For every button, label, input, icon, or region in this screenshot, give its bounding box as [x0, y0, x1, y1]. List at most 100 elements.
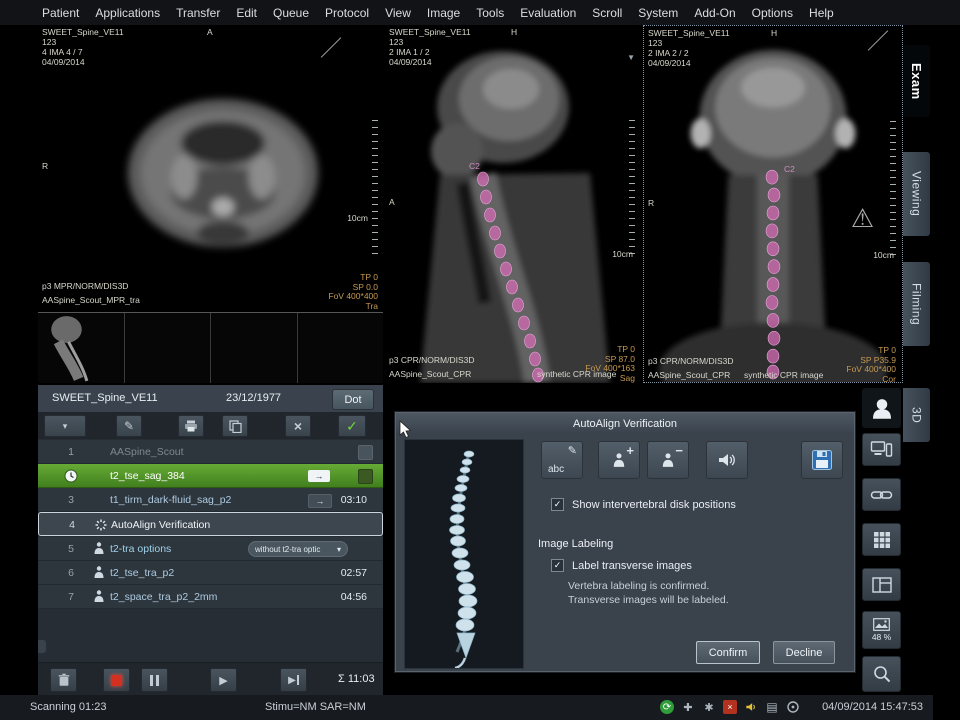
edit-protocol-button[interactable]: ✎: [116, 415, 142, 437]
tab-exam[interactable]: Exam: [903, 45, 930, 117]
split-layout-button[interactable]: [862, 568, 901, 601]
thumbnail-3[interactable]: [211, 313, 298, 383]
skip-step-button[interactable]: ▶: [280, 668, 307, 692]
series-icon[interactable]: [358, 469, 373, 484]
print-button[interactable]: [178, 415, 204, 437]
vp-right-footer: p3 CPR/NORM/DIS3D AASpine_Scout_CPR: [648, 356, 734, 380]
syngo-mri-console: Patient Applications Transfer Edit Queue…: [0, 0, 960, 720]
menu-patient[interactable]: Patient: [42, 6, 79, 20]
add-vertebra-button[interactable]: +: [598, 441, 640, 479]
protocol-step-1[interactable]: 1 AASpine_Scout: [38, 440, 383, 464]
step-label: AutoAlign Verification: [111, 519, 210, 531]
vertebra-icon: [662, 453, 674, 468]
pencil-icon: ✎: [568, 444, 577, 457]
zoom-level-button[interactable]: 48 %: [862, 611, 901, 649]
keyboard-icon: ▤: [765, 700, 779, 714]
show-disks-checkbox-row[interactable]: ✓ Show intervertebral disk positions: [551, 498, 736, 511]
remove-vertebra-button[interactable]: −: [647, 441, 689, 479]
menu-system[interactable]: System: [638, 6, 678, 20]
processing-spinner-icon: [95, 518, 107, 536]
tab-3d[interactable]: 3D: [903, 388, 930, 442]
magnify-button[interactable]: [862, 656, 901, 692]
magnifier-icon: [873, 665, 891, 683]
viewport-sagittal[interactable]: C2 SWEET_Spine_VE11 123 2 IMA 1 / 2 04/0…: [385, 25, 641, 383]
checkbox-checked[interactable]: ✓: [551, 498, 564, 511]
vp-mid-tech: TP 0 SP 87.0 FoV 400*163 Sag: [585, 345, 635, 383]
host-workstation-button[interactable]: [862, 433, 901, 466]
patient-dob: 23/12/1977: [226, 392, 281, 404]
thumbnail-2[interactable]: [125, 313, 212, 383]
copy-icon: [229, 420, 242, 433]
menu-scroll[interactable]: Scroll: [592, 6, 622, 20]
layout-grid-button[interactable]: [862, 523, 901, 556]
link-series-button[interactable]: [862, 478, 901, 511]
menu-edit[interactable]: Edit: [236, 6, 257, 20]
announce-labels-button[interactable]: [706, 441, 748, 479]
menu-options[interactable]: Options: [752, 6, 793, 20]
menu-view[interactable]: View: [385, 6, 411, 20]
menu-evaluation[interactable]: Evaluation: [520, 6, 576, 20]
stimulation-sar-text: Stimu=NM SAR=NM: [265, 701, 366, 713]
step-number: 4: [65, 519, 79, 531]
workstation-icon: [870, 441, 893, 459]
scroll-down-icon[interactable]: ▼: [627, 53, 635, 63]
menu-applications[interactable]: Applications: [95, 6, 160, 20]
show-disks-label: Show intervertebral disk positions: [572, 499, 736, 511]
vp-left-id2: 123: [42, 37, 124, 47]
protocol-toolbar: ▾ ✎ × ✓: [38, 412, 383, 439]
scanning-clock-icon: [64, 469, 78, 488]
checkbox-checked[interactable]: ✓: [551, 559, 564, 572]
copy-button[interactable]: [222, 415, 248, 437]
confirm-step-button[interactable]: ✓: [338, 415, 366, 437]
transfer-active-icon: ⟳: [660, 700, 674, 714]
scan-status-text: Scanning 01:23: [30, 701, 106, 713]
stop-scan-button[interactable]: [103, 668, 130, 692]
protocol-step-6[interactable]: 6 t2_tse_tra_p2 02:57: [38, 561, 383, 585]
tab-exam-label: Exam: [909, 63, 924, 100]
protocol-step-3[interactable]: 3 t1_tirm_dark-fluid_sag_p2 → 03:10: [38, 488, 383, 512]
patient-name: SWEET_Spine_VE11: [52, 392, 158, 404]
save-button[interactable]: [801, 441, 843, 479]
viewport-axial[interactable]: SWEET_Spine_VE11 123 4 IMA 4 / 7 04/09/2…: [38, 25, 383, 311]
dot-engine-button[interactable]: Dot: [332, 389, 374, 410]
protocol-step-2-active[interactable]: t2_tse_sag_384 →: [38, 464, 383, 488]
pause-scan-button[interactable]: [141, 668, 168, 692]
menu-image[interactable]: Image: [427, 6, 460, 20]
protocol-step-4-selected[interactable]: 4 AutoAlign Verification: [38, 512, 383, 536]
inline-apply-badge[interactable]: →: [308, 494, 332, 508]
edit-labels-button[interactable]: ✎ abc: [541, 441, 583, 479]
person-icon: [94, 566, 104, 584]
spine-model-panel[interactable]: [404, 439, 524, 669]
person-icon: [94, 542, 104, 560]
menu-transfer[interactable]: Transfer: [176, 6, 220, 20]
vp-right-proc1: p3 CPR/NORM/DIS3D: [648, 356, 734, 366]
thumbnail-1[interactable]: [38, 313, 125, 383]
note-line-1: Vertebra labeling is confirmed.: [568, 579, 729, 593]
confirm-button[interactable]: Confirm: [696, 641, 760, 664]
vp-left-plane: Tra: [328, 302, 378, 312]
label-transverse-checkbox-row[interactable]: ✓ Label transverse images: [551, 559, 692, 572]
t2-tra-options-dropdown[interactable]: without t2-tra optic ▾: [248, 541, 348, 557]
series-icon[interactable]: [358, 445, 373, 460]
menu-queue[interactable]: Queue: [273, 6, 309, 20]
menu-addon[interactable]: Add-On: [694, 6, 735, 20]
viewport-coronal[interactable]: C2 SWEET_Spine_VE11 123 2 IMA 2 / 2 04/0…: [643, 25, 903, 383]
protocol-step-5[interactable]: 5 t2-tra options without t2-tra optic ▾: [38, 537, 383, 561]
tab-viewing[interactable]: Viewing: [903, 152, 930, 236]
tab-filming[interactable]: Filming: [903, 262, 930, 346]
protocol-step-7[interactable]: 7 t2_space_tra_p2_2mm 04:56: [38, 585, 383, 609]
protocol-dropdown[interactable]: ▾: [44, 415, 86, 437]
sagittal-mri-image: [385, 25, 641, 383]
menu-tools[interactable]: Tools: [476, 6, 504, 20]
patient-head-button[interactable]: [862, 388, 901, 428]
delete-step-button[interactable]: [50, 668, 77, 692]
dropdown-value: without t2-tra optic: [255, 545, 320, 554]
scale-label: 10cm: [612, 249, 633, 259]
menu-help[interactable]: Help: [809, 6, 834, 20]
thumbnail-4[interactable]: [298, 313, 384, 383]
cancel-step-button[interactable]: ×: [285, 415, 311, 437]
start-scan-button[interactable]: ▶: [210, 668, 237, 692]
decline-button[interactable]: Decline: [773, 641, 835, 664]
inline-apply-badge[interactable]: →: [308, 470, 330, 482]
menu-protocol[interactable]: Protocol: [325, 6, 369, 20]
